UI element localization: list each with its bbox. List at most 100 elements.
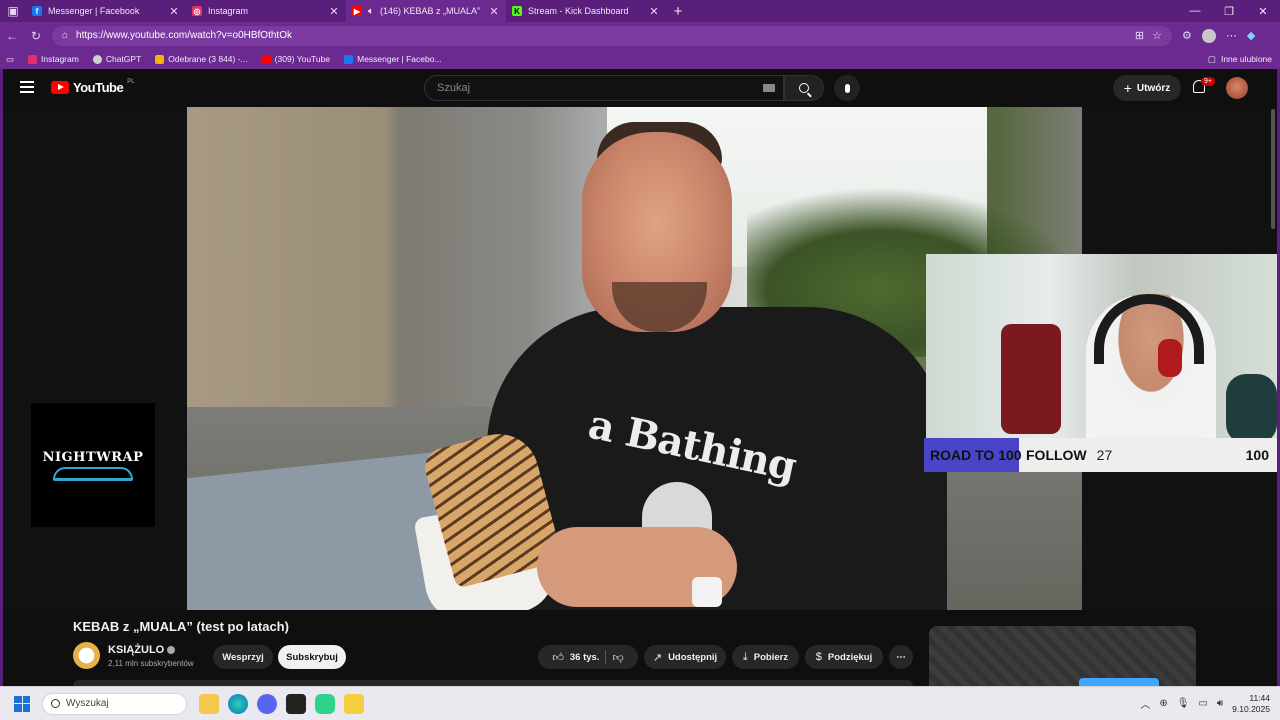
create-button[interactable]: + Utwórz: [1113, 75, 1181, 101]
other-bookmarks-label: Inne ulubione: [1220, 54, 1272, 64]
taskbar-search-placeholder: Wyszukaj: [66, 698, 109, 709]
address-bar-row: ← ↻ ⌂ https://www.youtube.com/watch?v=o0…: [0, 22, 1280, 49]
maximize-icon[interactable]: ❐: [1212, 5, 1246, 18]
facebook-icon: [344, 54, 354, 64]
display-icon[interactable]: ▭: [1198, 698, 1207, 709]
tab-youtube-active[interactable]: ▶ 🔈︎ (146) KEBAB z „MUALA” (test ✕: [346, 0, 506, 22]
windows-taskbar: Wyszukaj ︿ ⊕ 🎙︎ ▭ 🔊︎ 11:44 9.10.2025: [0, 686, 1280, 720]
clock[interactable]: 11:44 9.10.2025: [1232, 693, 1270, 715]
chevron-up-icon[interactable]: ︿: [1140, 696, 1150, 711]
close-tab-icon[interactable]: ✕: [648, 5, 660, 18]
back-arrow-icon[interactable]: ←: [0, 29, 24, 43]
close-tab-icon[interactable]: ✕: [168, 5, 180, 18]
logo-wordmark: YouTube: [73, 80, 124, 95]
other-bookmarks[interactable]: ▢ Inne ulubione: [1208, 54, 1272, 65]
copilot-icon[interactable]: ◆: [1247, 29, 1255, 42]
plus-icon: +: [1123, 80, 1132, 96]
app-icon[interactable]: [286, 693, 306, 714]
bookmarks-bar: ▭ Instagram ChatGPT Odebrane (3 844) -..…: [0, 49, 1280, 69]
subscribe-button[interactable]: Subskrybuj: [278, 645, 346, 669]
video-title: KEBAB z „MUALA” (test po latach): [73, 619, 289, 634]
tab-title: Stream - Kick Dashboard: [528, 6, 629, 16]
tab-bar: ▣ f Messenger | Facebook ✕ ◎ Instagram ✕…: [0, 0, 1280, 22]
scrollbar[interactable]: [1271, 109, 1275, 229]
download-button[interactable]: ⤓ Pobierz: [732, 645, 799, 669]
youtube-logo[interactable]: YouTube PL: [51, 79, 135, 95]
like-count[interactable]: 36 tys.: [570, 652, 600, 663]
close-window-icon[interactable]: ✕: [1246, 5, 1280, 18]
download-icon: ⤓: [742, 650, 748, 663]
close-tab-icon[interactable]: ✕: [328, 5, 340, 18]
speaker-icon[interactable]: 🔈︎: [368, 6, 374, 17]
url-field[interactable]: ⌂ https://www.youtube.com/watch?v=o0HBfO…: [52, 25, 1172, 46]
tab-kick[interactable]: K Stream - Kick Dashboard ✕: [506, 0, 666, 22]
youtube-page: YouTube PL Szukaj +Utwórz 9+ a Bathing: [0, 69, 1280, 686]
video-player[interactable]: a Bathing NIGHTWRAP ROAD TO 100 FOLLOW 2…: [3, 107, 1277, 610]
thanks-button[interactable]: $ Podziękuj: [805, 645, 883, 669]
keyboard-icon[interactable]: [763, 84, 775, 92]
thumbs-down-icon[interactable]: 👎︎: [612, 651, 623, 664]
minimize-icon[interactable]: —: [1178, 5, 1212, 18]
new-tab-button[interactable]: +: [666, 3, 690, 20]
sidebar-toggle-icon[interactable]: ▭: [6, 54, 14, 65]
menu-icon[interactable]: [20, 81, 34, 93]
windows-start-icon[interactable]: [14, 695, 30, 712]
tab-title: (146) KEBAB z „MUALA” (test: [380, 6, 482, 16]
channel-name-text: KSIĄŻULO: [108, 644, 165, 656]
edge-icon[interactable]: [228, 693, 248, 714]
create-label: Utwórz: [1136, 82, 1171, 94]
goal-type: FOLLOW: [1026, 447, 1087, 463]
bookmark-label: Instagram: [41, 54, 79, 64]
notification-badge: 9+: [1201, 77, 1215, 86]
tab-messenger[interactable]: f Messenger | Facebook ✕: [26, 0, 186, 22]
discord-icon[interactable]: [257, 693, 277, 714]
close-tab-icon[interactable]: ✕: [488, 5, 500, 18]
app-available-icon[interactable]: ⊞: [1135, 29, 1144, 42]
sidebar-card[interactable]: [929, 626, 1196, 686]
channel-avatar[interactable]: [73, 642, 100, 669]
tab-actions-icon[interactable]: ▣: [0, 0, 26, 22]
extensions-icon[interactable]: ⚙: [1182, 29, 1192, 42]
support-button[interactable]: Wesprzyj: [213, 645, 273, 669]
goal-target: 100: [1245, 447, 1269, 463]
more-actions-button[interactable]: ⋯: [889, 645, 913, 669]
sponsor-logo: NIGHTWRAP: [31, 403, 155, 527]
more-menu-icon[interactable]: ⋯: [1226, 29, 1237, 42]
file-explorer-icon[interactable]: [199, 693, 219, 714]
site-info-icon[interactable]: ⌂: [62, 30, 68, 41]
goal-label: ROAD TO 100: [930, 447, 1022, 463]
refresh-icon[interactable]: ↻: [24, 29, 48, 43]
streaming-app-icon[interactable]: [315, 693, 335, 714]
bookmark-youtube[interactable]: (309) YouTube: [261, 54, 330, 64]
taskbar-search[interactable]: Wyszukaj: [42, 692, 187, 715]
channel-name[interactable]: KSIĄŻULO: [108, 644, 176, 656]
bookmark-instagram[interactable]: Instagram: [28, 54, 79, 64]
profile-icon[interactable]: [1201, 28, 1216, 43]
share-button[interactable]: ↗ Udostępnij: [644, 645, 726, 669]
voice-search-button[interactable]: [834, 75, 860, 101]
search-icon: [799, 83, 809, 93]
microphone-icon[interactable]: 🎙︎: [1177, 698, 1190, 709]
chatgpt-icon: [92, 54, 102, 64]
bookmark-chatgpt[interactable]: ChatGPT: [92, 54, 141, 64]
bookmark-label: Messenger | Facebo...: [357, 54, 442, 64]
search-icon: [51, 699, 60, 708]
tab-instagram[interactable]: ◎ Instagram ✕: [186, 0, 346, 22]
network-icon[interactable]: ⊕: [1159, 698, 1167, 709]
search-input[interactable]: Szukaj: [424, 75, 784, 101]
verified-icon: [167, 646, 176, 654]
clock-date: 9.10.2025: [1232, 703, 1270, 714]
app-icon[interactable]: [344, 693, 364, 714]
thumbs-up-icon[interactable]: 👍︎: [552, 651, 564, 664]
bookmark-messenger[interactable]: Messenger | Facebo...: [344, 54, 442, 64]
search-button[interactable]: [784, 75, 824, 101]
account-avatar[interactable]: [1226, 77, 1248, 99]
bookmark-mail[interactable]: Odebrane (3 844) -...: [155, 54, 248, 64]
tab-title: Messenger | Facebook: [48, 6, 140, 16]
instagram-icon: [28, 54, 38, 64]
favorite-star-icon[interactable]: ☆: [1152, 29, 1162, 42]
volume-icon[interactable]: 🔊︎: [1217, 698, 1223, 709]
youtube-icon: [261, 54, 271, 64]
search-placeholder: Szukaj: [437, 82, 471, 94]
car-icon: [53, 466, 133, 481]
